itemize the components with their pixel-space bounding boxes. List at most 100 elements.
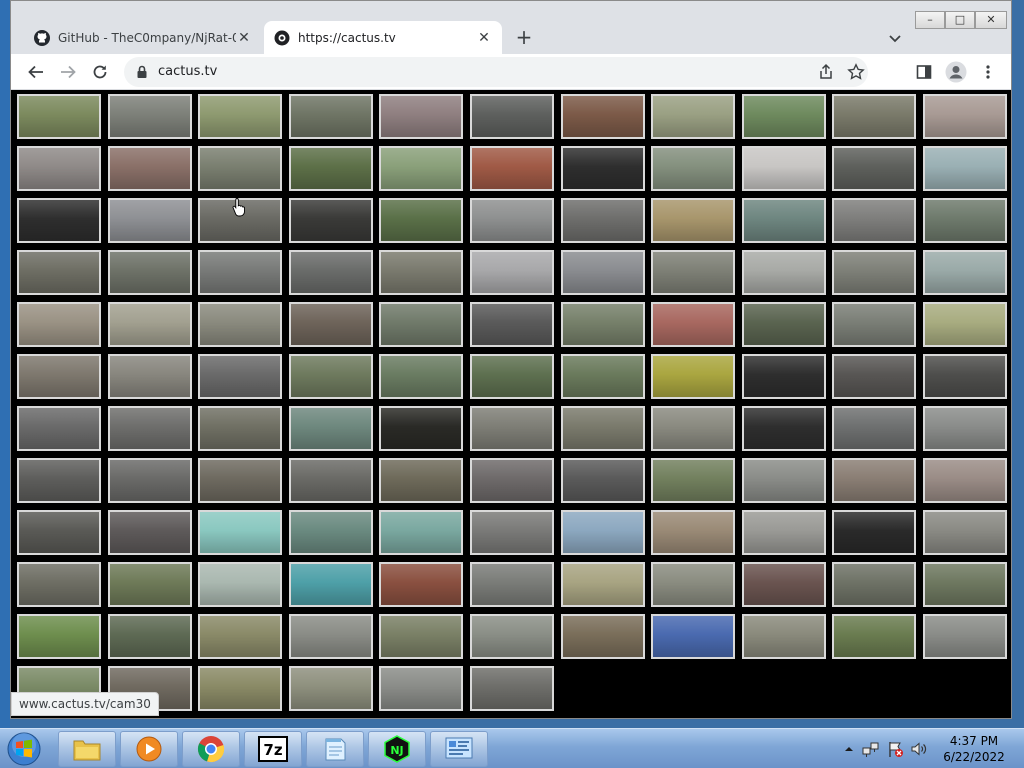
- camera-thumbnail[interactable]: [17, 94, 101, 139]
- camera-thumbnail[interactable]: [741, 614, 826, 659]
- camera-thumbnail[interactable]: [288, 198, 373, 243]
- camera-thumbnail[interactable]: [198, 146, 283, 191]
- camera-thumbnail[interactable]: [741, 250, 826, 295]
- camera-thumbnail[interactable]: [198, 666, 283, 711]
- camera-thumbnail[interactable]: [198, 354, 283, 399]
- camera-thumbnail[interactable]: [198, 562, 283, 607]
- camera-thumbnail[interactable]: [379, 354, 464, 399]
- camera-thumbnail[interactable]: [651, 146, 736, 191]
- profile-button[interactable]: [944, 60, 968, 84]
- camera-thumbnail[interactable]: [288, 250, 373, 295]
- camera-thumbnail[interactable]: [651, 250, 736, 295]
- camera-thumbnail[interactable]: [560, 354, 645, 399]
- camera-thumbnail[interactable]: [379, 250, 464, 295]
- camera-thumbnail[interactable]: [651, 302, 736, 347]
- network-icon[interactable]: [862, 740, 880, 758]
- camera-thumbnail[interactable]: [17, 354, 101, 399]
- taskbar-notepad[interactable]: [306, 731, 364, 767]
- menu-button[interactable]: [976, 60, 1000, 84]
- camera-thumbnail[interactable]: [288, 666, 373, 711]
- camera-thumbnail[interactable]: [379, 458, 464, 503]
- camera-thumbnail[interactable]: [741, 458, 826, 503]
- camera-thumbnail[interactable]: [470, 406, 554, 451]
- camera-thumbnail[interactable]: [107, 250, 192, 295]
- camera-thumbnail[interactable]: [288, 614, 373, 659]
- camera-thumbnail[interactable]: [832, 406, 917, 451]
- camera-thumbnail[interactable]: [470, 666, 554, 711]
- camera-thumbnail[interactable]: [560, 458, 645, 503]
- camera-thumbnail[interactable]: [741, 510, 826, 555]
- camera-thumbnail[interactable]: [741, 302, 826, 347]
- camera-thumbnail[interactable]: [379, 614, 464, 659]
- camera-thumbnail[interactable]: [470, 562, 554, 607]
- lock-icon[interactable]: [134, 64, 150, 80]
- camera-thumbnail[interactable]: [923, 614, 1007, 659]
- new-tab-button[interactable]: +: [511, 25, 537, 51]
- taskbar-file-explorer[interactable]: [58, 731, 116, 767]
- camera-thumbnail[interactable]: [923, 562, 1007, 607]
- camera-thumbnail[interactable]: [470, 458, 554, 503]
- camera-thumbnail[interactable]: [470, 614, 554, 659]
- camera-thumbnail[interactable]: [651, 510, 736, 555]
- camera-thumbnail[interactable]: [832, 302, 917, 347]
- camera-thumbnail[interactable]: [560, 250, 645, 295]
- camera-thumbnail[interactable]: [560, 510, 645, 555]
- camera-thumbnail[interactable]: [198, 614, 283, 659]
- camera-thumbnail[interactable]: [470, 302, 554, 347]
- camera-thumbnail[interactable]: [832, 614, 917, 659]
- camera-thumbnail[interactable]: [198, 510, 283, 555]
- camera-thumbnail[interactable]: [651, 406, 736, 451]
- camera-thumbnail[interactable]: [741, 562, 826, 607]
- camera-thumbnail[interactable]: [198, 302, 283, 347]
- camera-thumbnail[interactable]: [923, 458, 1007, 503]
- camera-thumbnail[interactable]: [741, 406, 826, 451]
- share-icon[interactable]: [817, 63, 835, 81]
- camera-thumbnail[interactable]: [107, 562, 192, 607]
- camera-thumbnail[interactable]: [17, 510, 101, 555]
- camera-thumbnail[interactable]: [107, 406, 192, 451]
- camera-thumbnail[interactable]: [379, 510, 464, 555]
- start-button[interactable]: [4, 731, 44, 767]
- camera-thumbnail[interactable]: [379, 94, 464, 139]
- camera-thumbnail[interactable]: [923, 302, 1007, 347]
- camera-thumbnail[interactable]: [923, 250, 1007, 295]
- camera-thumbnail[interactable]: [17, 302, 101, 347]
- camera-thumbnail[interactable]: [470, 510, 554, 555]
- camera-thumbnail[interactable]: [651, 198, 736, 243]
- camera-thumbnail[interactable]: [560, 94, 645, 139]
- camera-thumbnail[interactable]: [832, 250, 917, 295]
- camera-thumbnail[interactable]: [651, 94, 736, 139]
- camera-thumbnail[interactable]: [923, 354, 1007, 399]
- camera-thumbnail[interactable]: [832, 94, 917, 139]
- camera-thumbnail[interactable]: [379, 666, 464, 711]
- camera-thumbnail[interactable]: [923, 198, 1007, 243]
- camera-thumbnail[interactable]: [288, 94, 373, 139]
- camera-thumbnail[interactable]: [17, 146, 101, 191]
- maximize-button[interactable]: □: [945, 11, 975, 29]
- camera-thumbnail[interactable]: [288, 146, 373, 191]
- camera-thumbnail[interactable]: [560, 146, 645, 191]
- camera-thumbnail[interactable]: [651, 458, 736, 503]
- minimize-button[interactable]: –: [915, 11, 945, 29]
- camera-thumbnail[interactable]: [832, 146, 917, 191]
- camera-thumbnail[interactable]: [17, 614, 101, 659]
- camera-thumbnail[interactable]: [17, 406, 101, 451]
- camera-thumbnail[interactable]: [17, 458, 101, 503]
- camera-thumbnail[interactable]: [17, 250, 101, 295]
- camera-thumbnail[interactable]: [832, 458, 917, 503]
- camera-thumbnail[interactable]: [17, 562, 101, 607]
- camera-thumbnail[interactable]: [198, 94, 283, 139]
- camera-thumbnail[interactable]: [288, 510, 373, 555]
- camera-thumbnail[interactable]: [470, 354, 554, 399]
- camera-thumbnail[interactable]: [288, 406, 373, 451]
- action-center-flag-icon[interactable]: [886, 740, 904, 758]
- camera-thumbnail[interactable]: [560, 406, 645, 451]
- camera-thumbnail[interactable]: [288, 562, 373, 607]
- taskbar-media-player[interactable]: [120, 731, 178, 767]
- close-tab-icon[interactable]: ✕: [236, 30, 252, 46]
- bookmark-star-icon[interactable]: [847, 63, 865, 81]
- camera-thumbnail[interactable]: [832, 354, 917, 399]
- taskbar-chrome[interactable]: [182, 731, 240, 767]
- camera-thumbnail[interactable]: [923, 406, 1007, 451]
- close-window-button[interactable]: ✕: [975, 11, 1007, 29]
